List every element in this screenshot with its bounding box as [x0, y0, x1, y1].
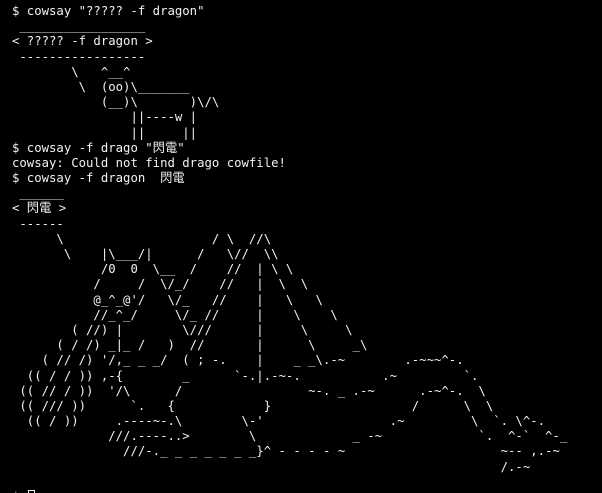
output-line: \ |\___/| / \// \\: [12, 247, 279, 261]
output-line: < ????? -f dragon >: [12, 34, 153, 49]
output-line: ( //) | \/// | \ \: [12, 322, 353, 337]
output-line: \ ^__^: [12, 64, 131, 79]
output-line: \ / \ //\: [12, 231, 272, 246]
output-line: ||----w |: [12, 110, 198, 125]
output-line: ------: [12, 216, 64, 231]
output-line: < 閃電 >: [12, 201, 67, 216]
output-line: (( // / )) '/\ / ~-. _ .-~ .-~^-. \: [12, 383, 486, 398]
output-line: ______: [12, 186, 64, 201]
output-line: (( / / )) ,-{ _ `-.|.-~-. .~ `.: [12, 368, 479, 383]
output-line: $ cowsay -f drago "閃電": [12, 140, 185, 155]
output-line: || ||: [12, 125, 198, 140]
output-line: /0 0 \__ / // | \ \: [12, 262, 294, 277]
output-line: /.-~: [12, 459, 531, 474]
output-line: -----------------: [12, 49, 146, 64]
output-line: $ cowsay "????? -f dragon": [12, 4, 205, 18]
output-line: _________________: [12, 19, 146, 34]
output-line: ( // /) '/,_ _ _/ ( ; -. | _ _\.-~ .-~~~…: [12, 353, 464, 368]
output-line: / / \/_/ // | \ \: [12, 277, 309, 292]
output-line: cowsay: Could not find drago cowfile!: [12, 155, 286, 170]
output-line: $ cowsay -f dragon 閃電: [12, 171, 185, 186]
output-line: (( / )) .----~-.\ \-' .~ \ `. \^-.: [12, 414, 546, 429]
output-line: (__)\ )\/\: [12, 95, 220, 110]
output-line: \ (oo)\_______: [12, 79, 190, 94]
terminal-output: $ cowsay "????? -f dragon" _____________…: [12, 4, 602, 475]
output-line: //_^_/ \/_ // | \ \: [12, 307, 338, 322]
output-line: ///-._ _ _ _ _ _ _}^ - - - - ~ ~-- ,.-~: [12, 444, 560, 459]
terminal-window[interactable]: $ cowsay "????? -f dragon" _____________…: [0, 0, 602, 493]
output-line: (( /// )) `. { } / \ \: [12, 398, 494, 413]
output-line: @_^_@'/ \/_ // | \ \: [12, 292, 323, 307]
output-line: ///.----..> \ _ -~ `. ^-` ^-_: [12, 429, 568, 444]
output-line: ( / /) _|_ / ) // | \ _\: [12, 338, 368, 353]
